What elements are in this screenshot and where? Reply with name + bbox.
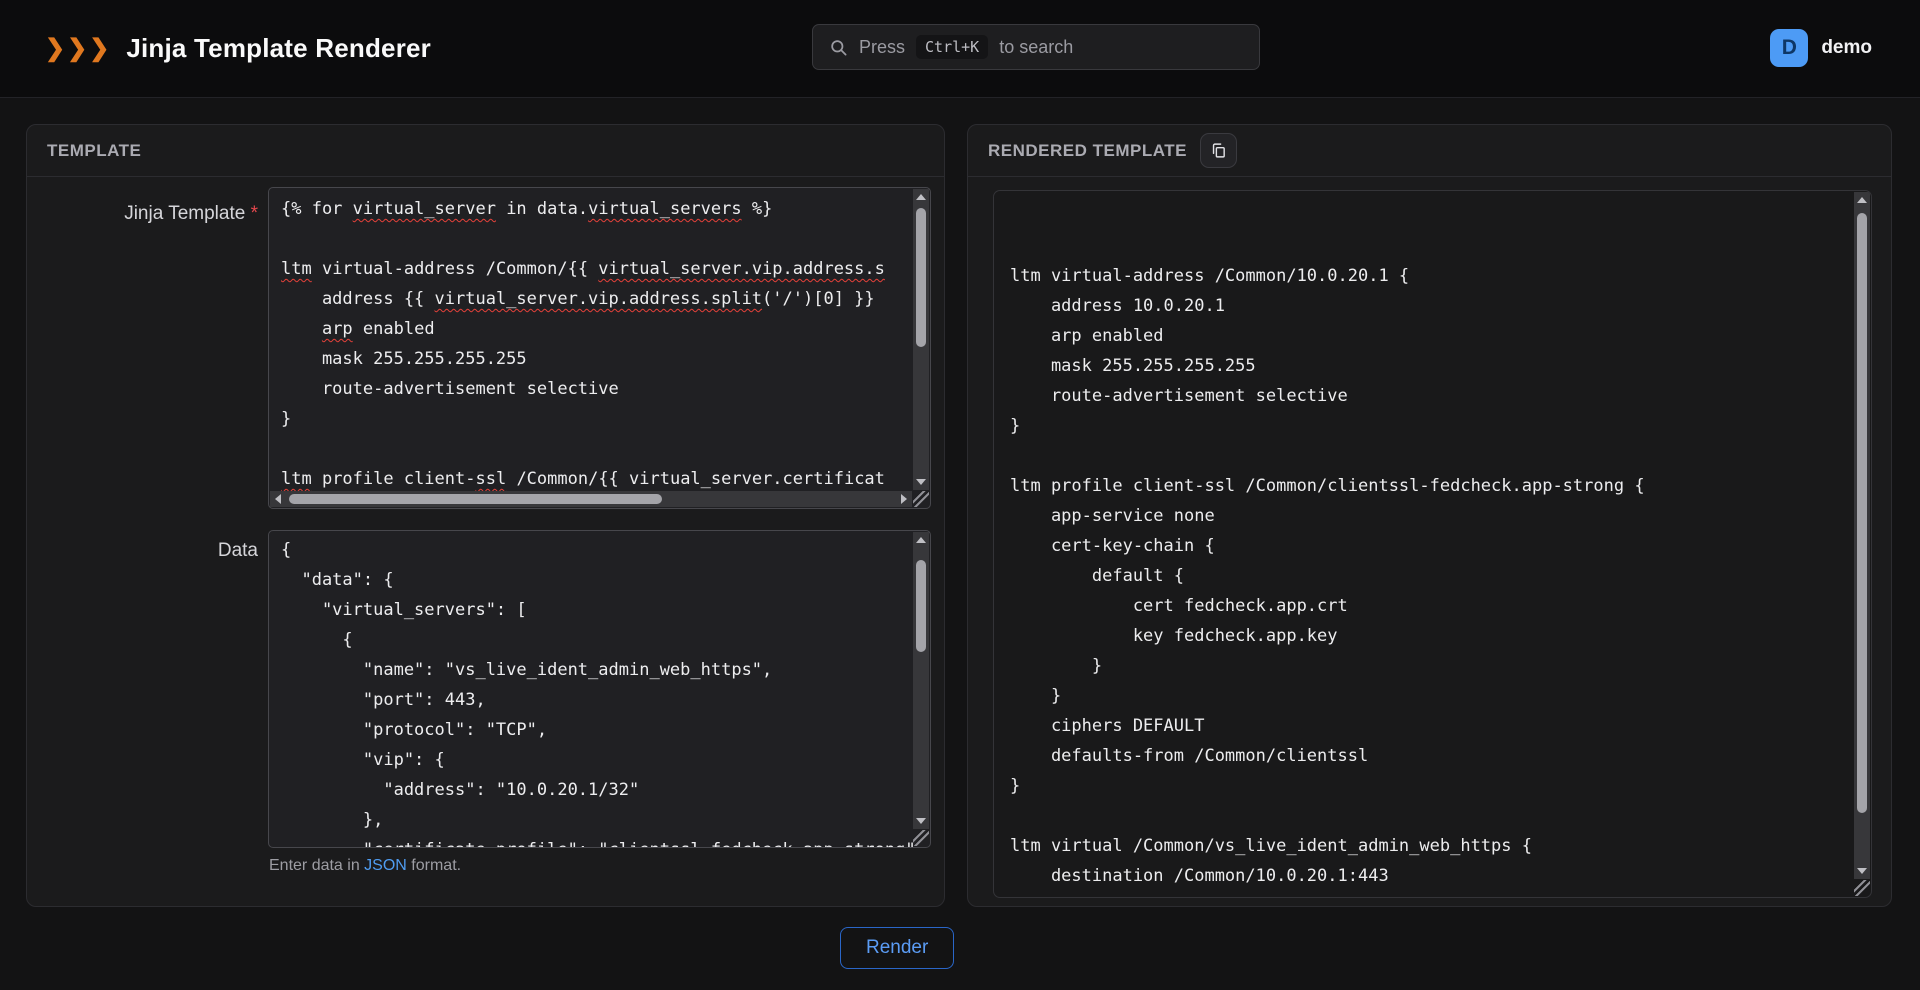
jinja-resize-grip-icon[interactable]	[913, 491, 929, 507]
copy-icon	[1210, 142, 1227, 159]
global-search-input[interactable]: Press Ctrl+K to search	[812, 24, 1260, 70]
scroll-down-arrow-icon[interactable]	[916, 818, 926, 824]
scroll-right-arrow-icon[interactable]	[901, 494, 907, 504]
jinja-horizontal-scrollbar[interactable]	[270, 491, 912, 507]
scroll-left-arrow-icon[interactable]	[275, 494, 281, 504]
data-textarea[interactable]: { "data": { "virtual_servers": [ { "name…	[268, 530, 931, 848]
data-resize-grip-icon[interactable]	[913, 830, 929, 846]
scroll-up-arrow-icon[interactable]	[1857, 197, 1867, 203]
template-form: Jinja Template * {% for virtual_server i…	[27, 177, 944, 875]
user-menu[interactable]: D demo	[1770, 29, 1872, 67]
data-field-cell: { "data": { "virtual_servers": [ { "name…	[268, 530, 931, 875]
data-label: Data	[27, 530, 268, 875]
search-placeholder-suffix: to search	[999, 37, 1073, 58]
scroll-up-arrow-icon[interactable]	[916, 537, 926, 543]
search-placeholder-prefix: Press	[859, 37, 905, 58]
output-vscroll-thumb[interactable]	[1857, 213, 1867, 813]
form-actions: Render	[840, 927, 1920, 969]
rendered-panel-body: ltm virtual-address /Common/10.0.20.1 { …	[968, 177, 1891, 898]
jinja-hscroll-thumb[interactable]	[289, 494, 662, 504]
rendered-panel: RENDERED TEMPLATE ltm virtual-address /C…	[967, 124, 1892, 907]
app-title: Jinja Template Renderer	[126, 33, 431, 64]
data-vertical-scrollbar[interactable]	[913, 532, 929, 829]
brand: ❯❯❯ Jinja Template Renderer	[45, 33, 431, 64]
search-icon	[829, 38, 848, 57]
template-panel: TEMPLATE Jinja Template * {% for virtual…	[26, 124, 945, 907]
render-button[interactable]: Render	[840, 927, 954, 969]
app-logo-icon: ❯❯❯	[45, 34, 111, 63]
scroll-up-arrow-icon[interactable]	[916, 194, 926, 200]
search-shortcut-kbd: Ctrl+K	[916, 35, 988, 59]
output-vertical-scrollbar[interactable]	[1854, 192, 1870, 879]
copy-output-button[interactable]	[1200, 133, 1237, 168]
top-bar: ❯❯❯ Jinja Template Renderer Press Ctrl+K…	[0, 0, 1920, 98]
main-content: TEMPLATE Jinja Template * {% for virtual…	[26, 124, 1892, 907]
avatar[interactable]: D	[1770, 29, 1808, 67]
rendered-output-box[interactable]: ltm virtual-address /Common/10.0.20.1 { …	[993, 190, 1872, 898]
json-format-link[interactable]: JSON	[364, 857, 407, 874]
rendered-panel-header: RENDERED TEMPLATE	[968, 125, 1891, 177]
jinja-template-textarea[interactable]: {% for virtual_server in data.virtual_se…	[268, 187, 931, 509]
data-format-hint: Enter data in JSON format.	[269, 857, 931, 875]
username: demo	[1821, 37, 1872, 59]
data-json-code[interactable]: { "data": { "virtual_servers": [ { "name…	[269, 531, 930, 847]
template-panel-header: TEMPLATE	[27, 125, 944, 177]
jinja-template-label: Jinja Template *	[27, 187, 268, 509]
template-panel-title: TEMPLATE	[47, 141, 141, 161]
scroll-down-arrow-icon[interactable]	[1857, 868, 1867, 874]
jinja-template-code[interactable]: {% for virtual_server in data.virtual_se…	[269, 188, 930, 508]
rendered-output-text: ltm virtual-address /Common/10.0.20.1 { …	[994, 191, 1871, 897]
data-vscroll-thumb[interactable]	[916, 560, 926, 652]
output-resize-grip-icon[interactable]	[1854, 880, 1870, 896]
required-mark: *	[251, 203, 258, 224]
jinja-vertical-scrollbar[interactable]	[913, 189, 929, 490]
jinja-vscroll-thumb[interactable]	[916, 208, 926, 347]
rendered-panel-title: RENDERED TEMPLATE	[988, 141, 1187, 161]
scroll-down-arrow-icon[interactable]	[916, 479, 926, 485]
